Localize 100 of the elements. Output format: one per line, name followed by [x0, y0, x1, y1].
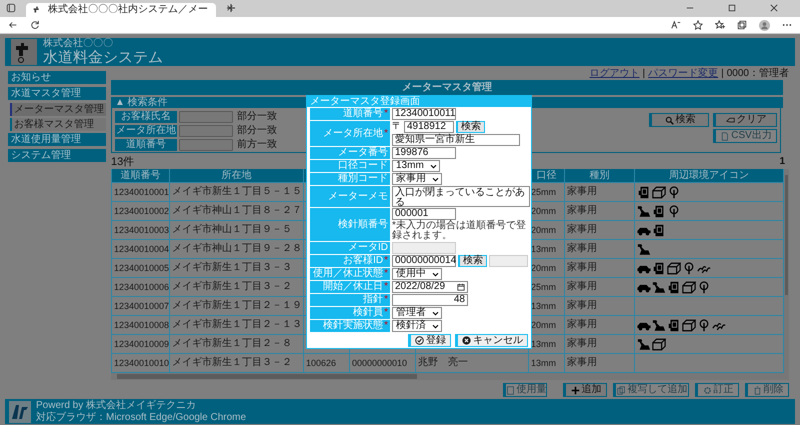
favorites-icon[interactable]: [715, 20, 725, 30]
table-cell: メイギ市新生１丁目３－３: [170, 259, 304, 277]
tree-icon: [667, 186, 681, 198]
field-label: 種別コード: [338, 174, 388, 184]
panel-icon: [667, 318, 681, 332]
required-mark: *: [384, 109, 388, 119]
number-field[interactable]: 48: [392, 294, 468, 306]
table-cell: 12340010001: [112, 183, 170, 201]
field-label: 検針実施状態: [323, 321, 384, 331]
search-button[interactable]: 検索: [649, 113, 709, 127]
table-cell: 家事用: [565, 202, 635, 220]
table-cell: メイギ市新生１丁目２－８: [170, 335, 304, 353]
tab-actions-icon[interactable]: [6, 3, 16, 13]
select-field[interactable]: 13mm: [392, 160, 440, 172]
table-cell: 12340010003: [112, 221, 170, 239]
field-label: 検針員: [353, 308, 384, 318]
document-icon: [506, 386, 514, 394]
date-field[interactable]: 2022/08/29: [392, 281, 468, 293]
panel-icon: [652, 224, 666, 236]
search-field[interactable]: [179, 111, 233, 123]
star-icon[interactable]: [693, 20, 703, 30]
sidebar-item[interactable]: 水道使用量管理: [8, 133, 106, 146]
select-field[interactable]: 使用中: [392, 268, 442, 280]
box-icon: [667, 262, 681, 274]
postal-code-field[interactable]: 4918912: [404, 121, 454, 133]
tree-icon: [697, 318, 711, 332]
input-field[interactable]: 199876: [392, 147, 456, 159]
refresh-icon[interactable]: [30, 20, 40, 30]
field-label: 口径コード: [338, 161, 388, 171]
clear-button[interactable]: クリア: [713, 113, 777, 127]
search-field[interactable]: [179, 125, 233, 137]
sidebar-item[interactable]: 水道マスタ管理: [8, 87, 106, 100]
table-cell: 家事用: [565, 316, 635, 334]
eraser-icon: [726, 116, 734, 124]
collections-icon[interactable]: [737, 20, 747, 30]
user-label: 0000：管理者: [726, 69, 789, 79]
search-button[interactable]: 検索: [456, 121, 485, 133]
table-cell: 家事用: [565, 278, 635, 296]
panel-icon: [652, 204, 666, 218]
input-field[interactable]: 12340010011: [392, 108, 456, 120]
search-field[interactable]: [179, 139, 233, 151]
table-cell: 12340010005: [112, 259, 170, 277]
caret-icon: [432, 324, 439, 328]
field-label: 指針: [363, 295, 384, 305]
table-cell: メイギ市新生１丁目２－１３: [170, 316, 304, 334]
address-field[interactable]: 愛知県一宮市新生: [392, 134, 520, 146]
caret-icon: [432, 310, 439, 316]
table-cell: 家事用: [565, 297, 635, 315]
required-mark: *: [384, 128, 388, 138]
calendar-icon: [457, 283, 465, 291]
sidebar-item[interactable]: システム管理: [8, 149, 106, 162]
match-hint: 前方一致: [237, 139, 277, 151]
read-aloud-icon[interactable]: [671, 20, 681, 30]
dog-icon: [637, 242, 651, 256]
memo-field[interactable]: 入口が閉まっていることがある: [392, 186, 530, 207]
system-name: 水道料金システム: [43, 49, 163, 66]
customer-id-field[interactable]: 00000000014: [392, 255, 456, 267]
page-number[interactable]: 1: [779, 155, 785, 169]
back-icon[interactable]: [8, 20, 18, 30]
sidebar-subitem[interactable]: お客様マスタ管理: [10, 118, 106, 131]
select-field[interactable]: 家事用: [392, 173, 442, 185]
table-cell: メイギ市新生１丁目２－１９: [170, 297, 304, 315]
field-label: 使用／休止状態: [313, 269, 384, 279]
table-cell: メイギ市新生１丁目５－１５: [170, 183, 304, 201]
scrollbar[interactable]: [111, 373, 789, 380]
plus-icon: [570, 386, 580, 394]
table-cell: 家事用: [565, 240, 635, 258]
field-label: メータ所在地: [115, 125, 177, 137]
tree-icon: [682, 262, 696, 274]
dog-icon: [637, 338, 651, 350]
field-label: 開始／休止日: [323, 282, 384, 292]
required-mark: *: [384, 295, 388, 305]
match-hint: 部分一致: [237, 125, 277, 137]
table-cell: メイギ市神山１丁目８－２７: [170, 202, 304, 220]
table-cell: メイギ市新生１丁目３－２: [170, 354, 304, 372]
input-field[interactable]: 000001: [392, 208, 456, 220]
cancel-icon: [462, 336, 471, 345]
postal-mark: 〒: [392, 122, 402, 132]
register-button[interactable]: 登録: [408, 334, 451, 347]
select-field[interactable]: 検針済: [392, 320, 442, 332]
table-cell: 12340010009: [112, 335, 170, 353]
select-field[interactable]: 管理者: [392, 307, 442, 319]
table-cell: 12340010004: [112, 240, 170, 258]
document-icon: [720, 132, 730, 140]
caret-icon: [432, 176, 439, 182]
profile-icon[interactable]: [759, 20, 770, 30]
separator: |: [721, 69, 724, 79]
sidebar-item[interactable]: お知らせ: [8, 71, 106, 84]
panel-icon: [667, 280, 681, 294]
add-button[interactable]: 追加: [563, 383, 607, 397]
result-count: 13件: [111, 155, 134, 169]
dog-icon: [652, 280, 666, 294]
dog-icon: [637, 204, 651, 218]
search-button[interactable]: 検索: [458, 255, 487, 267]
box-icon: [682, 318, 696, 332]
cancel-button[interactable]: キャンセル: [455, 334, 528, 347]
table-cell: 家事用: [565, 259, 635, 277]
maximize-icon[interactable]: [728, 4, 736, 12]
company-name: 株式会社〇〇〇: [43, 38, 114, 49]
scrollbar[interactable]: [784, 169, 789, 373]
